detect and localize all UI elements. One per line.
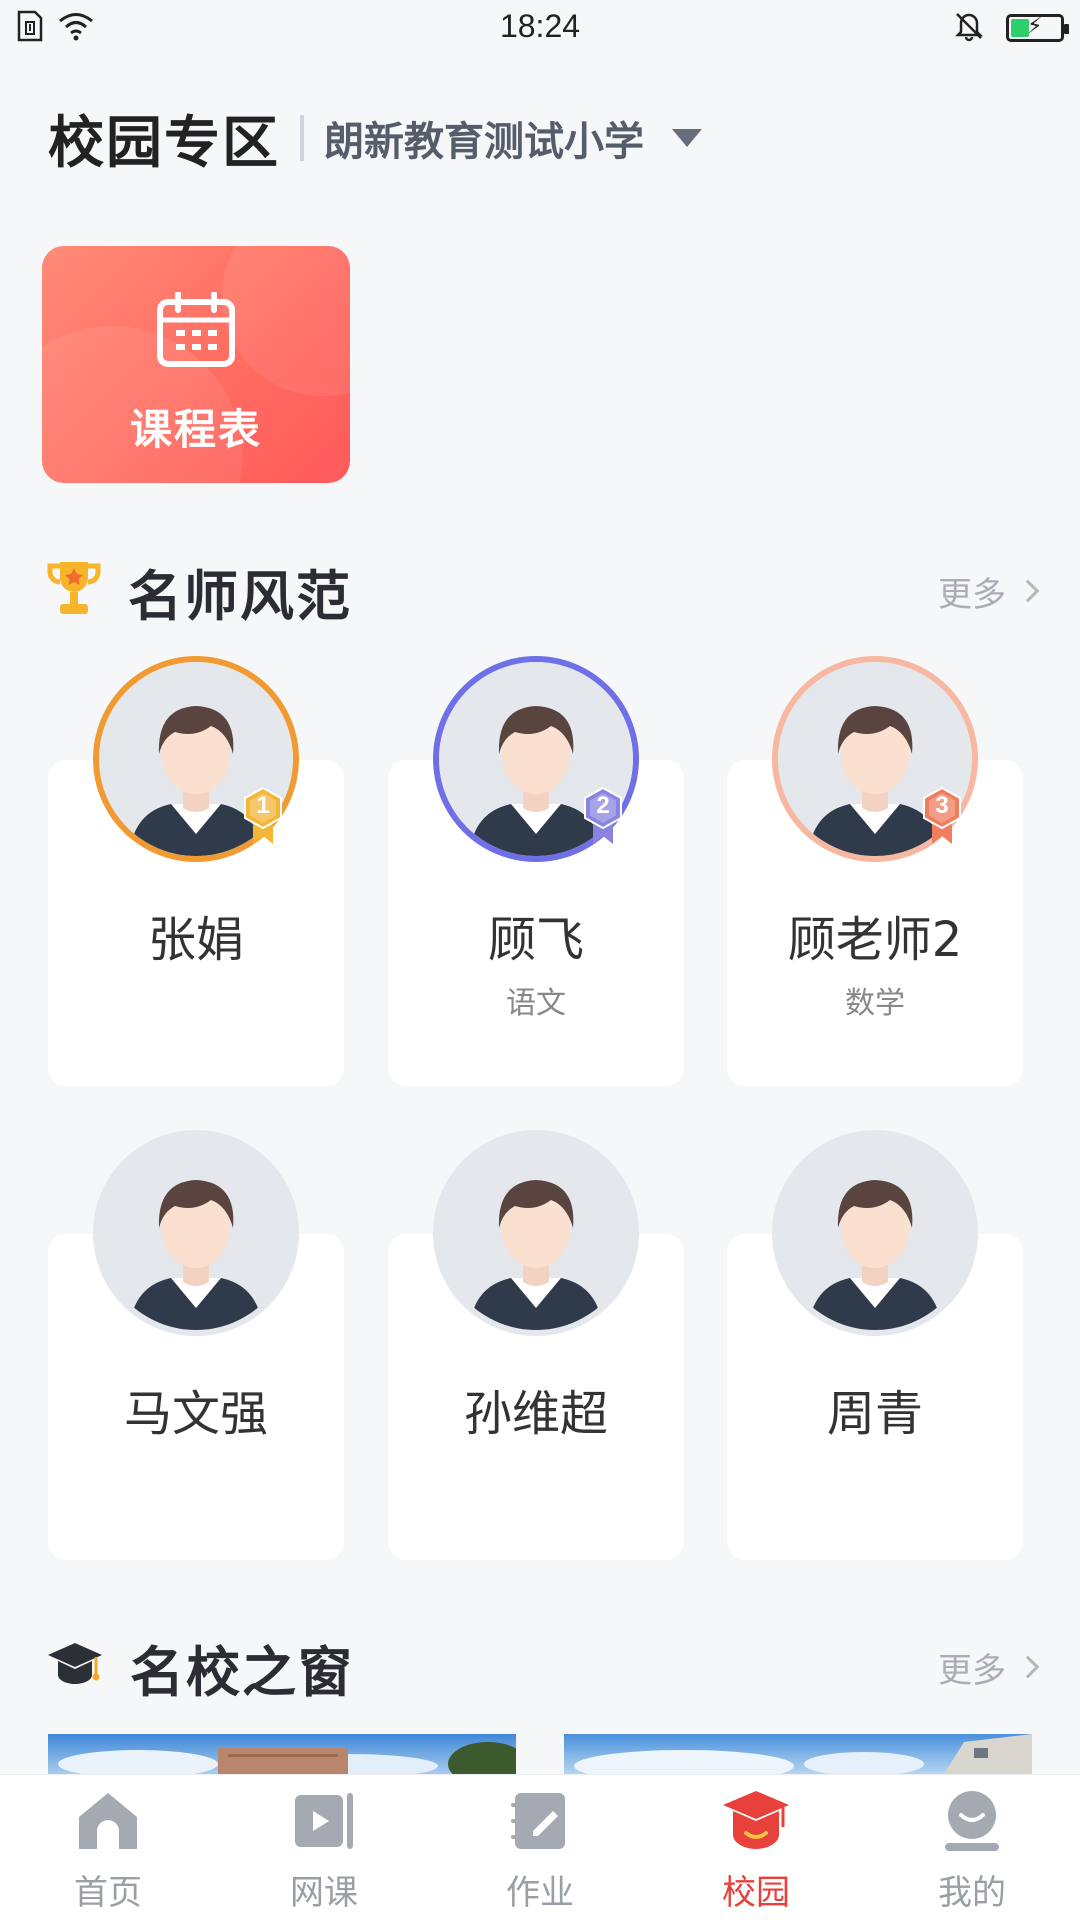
nav-label: 校园 [722, 1873, 790, 1913]
avatar [433, 1130, 639, 1336]
schools-more-link[interactable]: 更多 [938, 1643, 1040, 1692]
avatar: 2 [433, 656, 639, 862]
teacher-name: 孙维超 [463, 1386, 608, 1442]
teacher-name: 张娟 [147, 912, 244, 968]
nav-label: 网课 [290, 1873, 358, 1913]
rank-medal-icon: 3 [920, 786, 964, 846]
campus-icon [721, 1789, 791, 1857]
teacher-name: 马文强 [123, 1386, 268, 1442]
clock: 18:24 [499, 8, 581, 44]
rank-number: 1 [256, 792, 270, 819]
page-title: 校园专区 [48, 110, 280, 176]
timetable-shortcut[interactable]: 课程表 [42, 246, 350, 483]
nav-home[interactable]: 首页 [0, 1775, 216, 1920]
school-selector[interactable]: 朗新教育测试小学 [324, 109, 644, 167]
more-label: 更多 [938, 1650, 1006, 1691]
profile-icon [939, 1789, 1005, 1857]
header-divider [300, 115, 304, 161]
nav-label: 首页 [74, 1873, 142, 1913]
bell-muted-icon [954, 10, 984, 46]
rank-number: 2 [596, 792, 610, 819]
chevron-right-icon [1016, 579, 1040, 603]
teachers-more-link[interactable]: 更多 [938, 567, 1040, 616]
video-icon [291, 1789, 357, 1857]
calendar-icon [156, 291, 236, 372]
schools-section-title: 名校之窗 [130, 1640, 354, 1704]
graduation-cap-icon [46, 1641, 104, 1693]
nav-label: 作业 [506, 1873, 574, 1913]
timetable-label: 课程表 [129, 405, 262, 454]
school-photo[interactable] [48, 1734, 516, 1774]
avatar [772, 1130, 978, 1336]
nav-mine[interactable]: 我的 [864, 1775, 1080, 1920]
teacher-name: 顾飞 [487, 912, 584, 968]
teacher-subject: 语文 [506, 986, 566, 1021]
avatar [93, 1130, 299, 1336]
rank-medal-icon: 2 [581, 786, 625, 846]
school-photo[interactable] [564, 1734, 1032, 1774]
nav-campus[interactable]: 校园 [648, 1775, 864, 1920]
nav-homework[interactable]: 作业 [432, 1775, 648, 1920]
avatar-image [778, 1136, 972, 1330]
page-header: 校园专区 朗新教育测试小学 [48, 102, 702, 176]
bottom-nav: 首页 网课 作业 校园 我的 [0, 1774, 1080, 1920]
rank-number: 3 [935, 792, 949, 819]
nav-online-class[interactable]: 网课 [216, 1775, 432, 1920]
avatar: 1 [93, 656, 299, 862]
more-label: 更多 [938, 574, 1006, 615]
home-icon [75, 1789, 141, 1857]
teacher-name: 顾老师2 [787, 912, 963, 968]
teacher-subject: 数学 [845, 986, 905, 1021]
campus-page: 18:24 ⚡ 校园专区 朗新教育测试小学 课程表 名师风范 更多 1 张娟 2… [0, 0, 1080, 1920]
rank-medal-icon: 1 [241, 786, 285, 846]
status-bar: 18:24 ⚡ [0, 0, 1080, 60]
chevron-right-icon [1016, 1655, 1040, 1679]
battery-charging-icon: ⚡ [1006, 14, 1069, 42]
teacher-name: 周青 [826, 1386, 923, 1442]
trophy-icon [46, 558, 102, 624]
homework-icon [507, 1789, 573, 1857]
avatar-image [99, 1136, 293, 1330]
schools-section-header: 名校之窗 更多 [46, 1632, 1040, 1704]
teachers-section-header: 名师风范 更多 [46, 556, 1040, 628]
teachers-section-title: 名师风范 [128, 564, 352, 628]
avatar: 3 [772, 656, 978, 862]
nav-label: 我的 [938, 1873, 1006, 1913]
caret-down-icon[interactable] [672, 129, 702, 147]
avatar-image [439, 1136, 633, 1330]
